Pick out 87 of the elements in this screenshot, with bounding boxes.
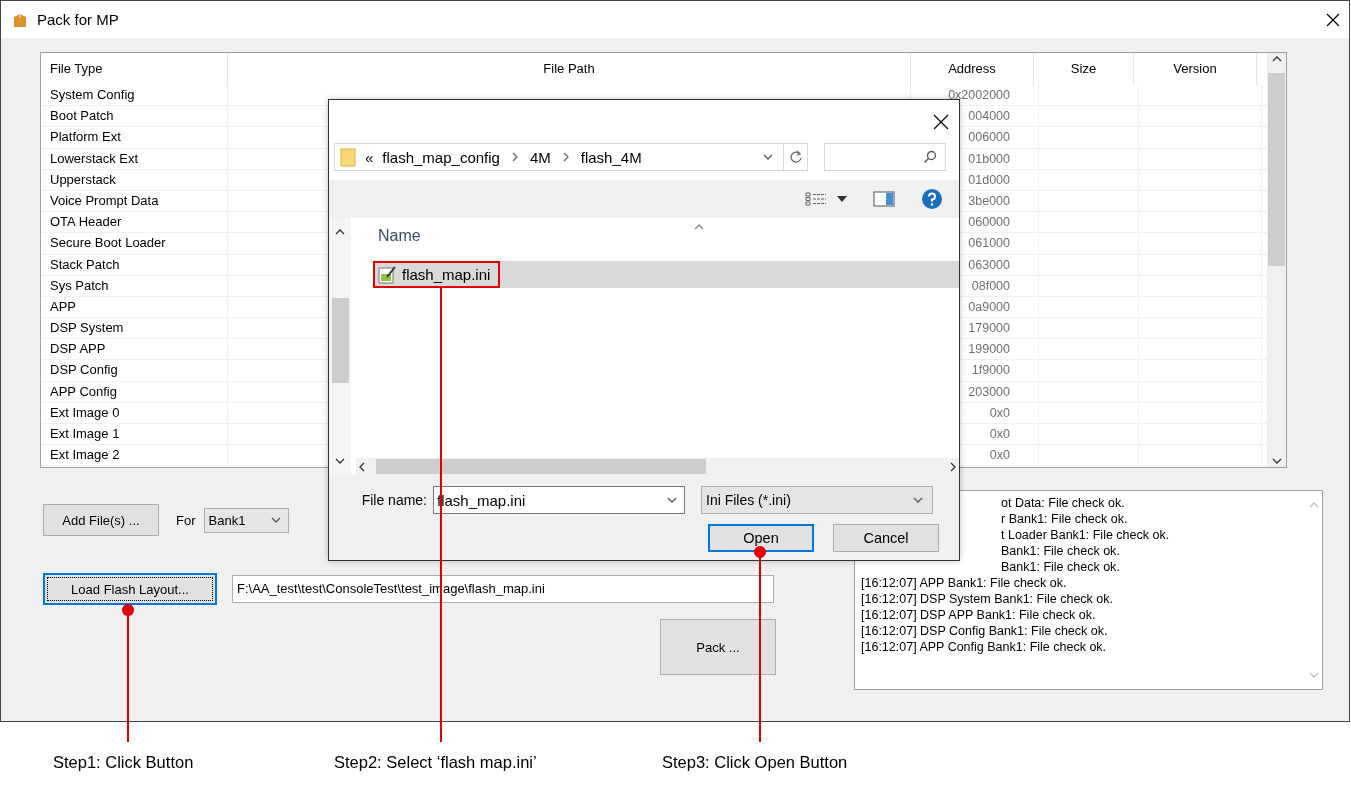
file-type-dropdown[interactable]: Ini Files (*.ini) bbox=[701, 486, 933, 514]
table-cell-text: 004000 bbox=[968, 108, 1010, 126]
pack-button[interactable]: Pack ... bbox=[660, 619, 776, 675]
table-cell: Ext Image 0 bbox=[41, 402, 228, 423]
table-cell-text: 0x0 bbox=[989, 447, 1010, 465]
load-flash-layout-button[interactable]: Load Flash Layout... bbox=[43, 573, 217, 605]
name-column-header[interactable]: Name bbox=[378, 227, 421, 245]
table-cell-text: 060000 bbox=[968, 214, 1010, 232]
cancel-button[interactable]: Cancel bbox=[833, 524, 939, 552]
table-cell: Upperstack bbox=[41, 169, 228, 190]
bank-dropdown[interactable]: Bank1 bbox=[203, 507, 289, 533]
table-cell-text: 3be000 bbox=[968, 192, 1010, 210]
text-file-icon bbox=[377, 264, 397, 285]
file-name: flash_map.ini bbox=[402, 266, 491, 283]
scrollbar[interactable] bbox=[356, 458, 959, 475]
refresh-icon bbox=[788, 150, 803, 164]
column-header[interactable]: File Type bbox=[41, 53, 228, 85]
for-label: For bbox=[176, 512, 196, 528]
file-name-label: File name: bbox=[360, 492, 428, 508]
dropdown-caret-icon[interactable] bbox=[837, 196, 847, 202]
table-cell-text: 0a9000 bbox=[968, 298, 1010, 316]
close-icon[interactable] bbox=[933, 113, 949, 130]
search-field[interactable] bbox=[824, 143, 946, 171]
column-header[interactable]: File Path bbox=[228, 53, 911, 85]
file-row[interactable]: flash_map.ini bbox=[373, 261, 959, 288]
table-cell: System Config bbox=[41, 85, 228, 106]
close-icon[interactable] bbox=[1326, 12, 1340, 27]
table-cell: Voice Prompt Data bbox=[41, 190, 228, 212]
table-cell-text: 199000 bbox=[968, 341, 1010, 359]
table-cell: Lowerstack Ext bbox=[41, 148, 228, 169]
preview-pane-icon[interactable] bbox=[873, 191, 895, 207]
log-line: Bank1: File check ok. bbox=[1001, 543, 1120, 559]
step-caption: Step3: Click Open Button bbox=[662, 753, 849, 772]
table-cell-text: 1f9000 bbox=[971, 362, 1010, 380]
table-cell: OTA Header bbox=[41, 212, 228, 233]
table-cell: APP bbox=[41, 296, 228, 318]
log-line: ot Data: File check ok. bbox=[1001, 495, 1125, 511]
search-icon bbox=[923, 150, 937, 164]
table-cell-text: 203000 bbox=[968, 383, 1010, 401]
log-line: Bank1: File check ok. bbox=[1001, 559, 1120, 575]
table-cell-text: 006000 bbox=[968, 129, 1010, 147]
open-button[interactable]: Open bbox=[708, 524, 814, 552]
column-header[interactable]: Size bbox=[1034, 53, 1134, 85]
add-files-button[interactable]: Add File(s) ... bbox=[43, 504, 159, 536]
table-cell: DSP Config bbox=[41, 360, 228, 381]
table-cell-text: 0x2002000 bbox=[948, 87, 1010, 104]
table-cell-text: 08f000 bbox=[971, 277, 1010, 295]
breadcrumb-item[interactable]: flash_4M bbox=[580, 148, 642, 166]
log-line: [16:12:07] DSP System Bank1: File check ok. bbox=[861, 591, 1113, 607]
view-list-icon[interactable] bbox=[805, 192, 827, 206]
log-line: [16:12:07] DSP APP Bank1: File check ok. bbox=[861, 607, 1096, 623]
package-icon bbox=[12, 11, 28, 28]
table-cell: Ext Image 1 bbox=[41, 424, 228, 445]
folder-icon bbox=[340, 147, 356, 167]
column-header[interactable]: Version bbox=[1134, 53, 1257, 85]
table-cell: Stack Patch bbox=[41, 254, 228, 275]
table-cell: APP Config bbox=[41, 381, 228, 402]
table-cell: Ext Image 2 bbox=[41, 445, 228, 466]
table-cell-text: 0x0 bbox=[989, 426, 1010, 443]
table-cell-text: 01d000 bbox=[968, 171, 1010, 189]
table-cell: DSP System bbox=[41, 318, 228, 339]
help-icon[interactable] bbox=[921, 188, 943, 210]
table-cell-text: 179000 bbox=[968, 320, 1010, 338]
scrollbar[interactable] bbox=[329, 218, 351, 475]
table-cell-text: 0x0 bbox=[989, 404, 1010, 422]
log-line: r Bank1: File check ok. bbox=[1001, 511, 1128, 527]
breadcrumb-item[interactable]: 4M bbox=[529, 148, 551, 166]
table-cell-text: 061000 bbox=[968, 235, 1010, 253]
step-caption: Step2: Select ‘flash map.ini’ bbox=[334, 753, 538, 772]
table-cell: Boot Patch bbox=[41, 106, 228, 127]
scrollbar[interactable] bbox=[1267, 53, 1286, 467]
log-line: t Loader Bank1: File check ok. bbox=[1001, 527, 1170, 543]
log-line: [16:12:07] APP Config Bank1: File check ok. bbox=[861, 639, 1107, 655]
breadcrumb-item[interactable]: flash_map_config bbox=[382, 148, 500, 166]
column-header[interactable]: Address bbox=[911, 53, 1034, 85]
table-cell: Sys Patch bbox=[41, 275, 228, 296]
step-caption: Step1: Click Button bbox=[53, 753, 195, 772]
log-line: [16:12:07] DSP Config Bank1: File check ok. bbox=[861, 623, 1108, 639]
window-title: Pack for MP bbox=[37, 11, 120, 28]
table-cell-text: 063000 bbox=[968, 256, 1010, 274]
log-line: [16:12:07] APP Bank1: File check ok. bbox=[861, 575, 1067, 591]
address-bar[interactable]: « flash_map_config 4M flash_4M bbox=[334, 143, 808, 171]
table-cell: DSP APP bbox=[41, 339, 228, 360]
table-cell: Secure Boot Loader bbox=[41, 233, 228, 254]
table-cell-text: 01b000 bbox=[968, 150, 1010, 168]
table-cell: Platform Ext bbox=[41, 127, 228, 148]
breadcrumb-overflow[interactable]: « bbox=[365, 148, 374, 166]
